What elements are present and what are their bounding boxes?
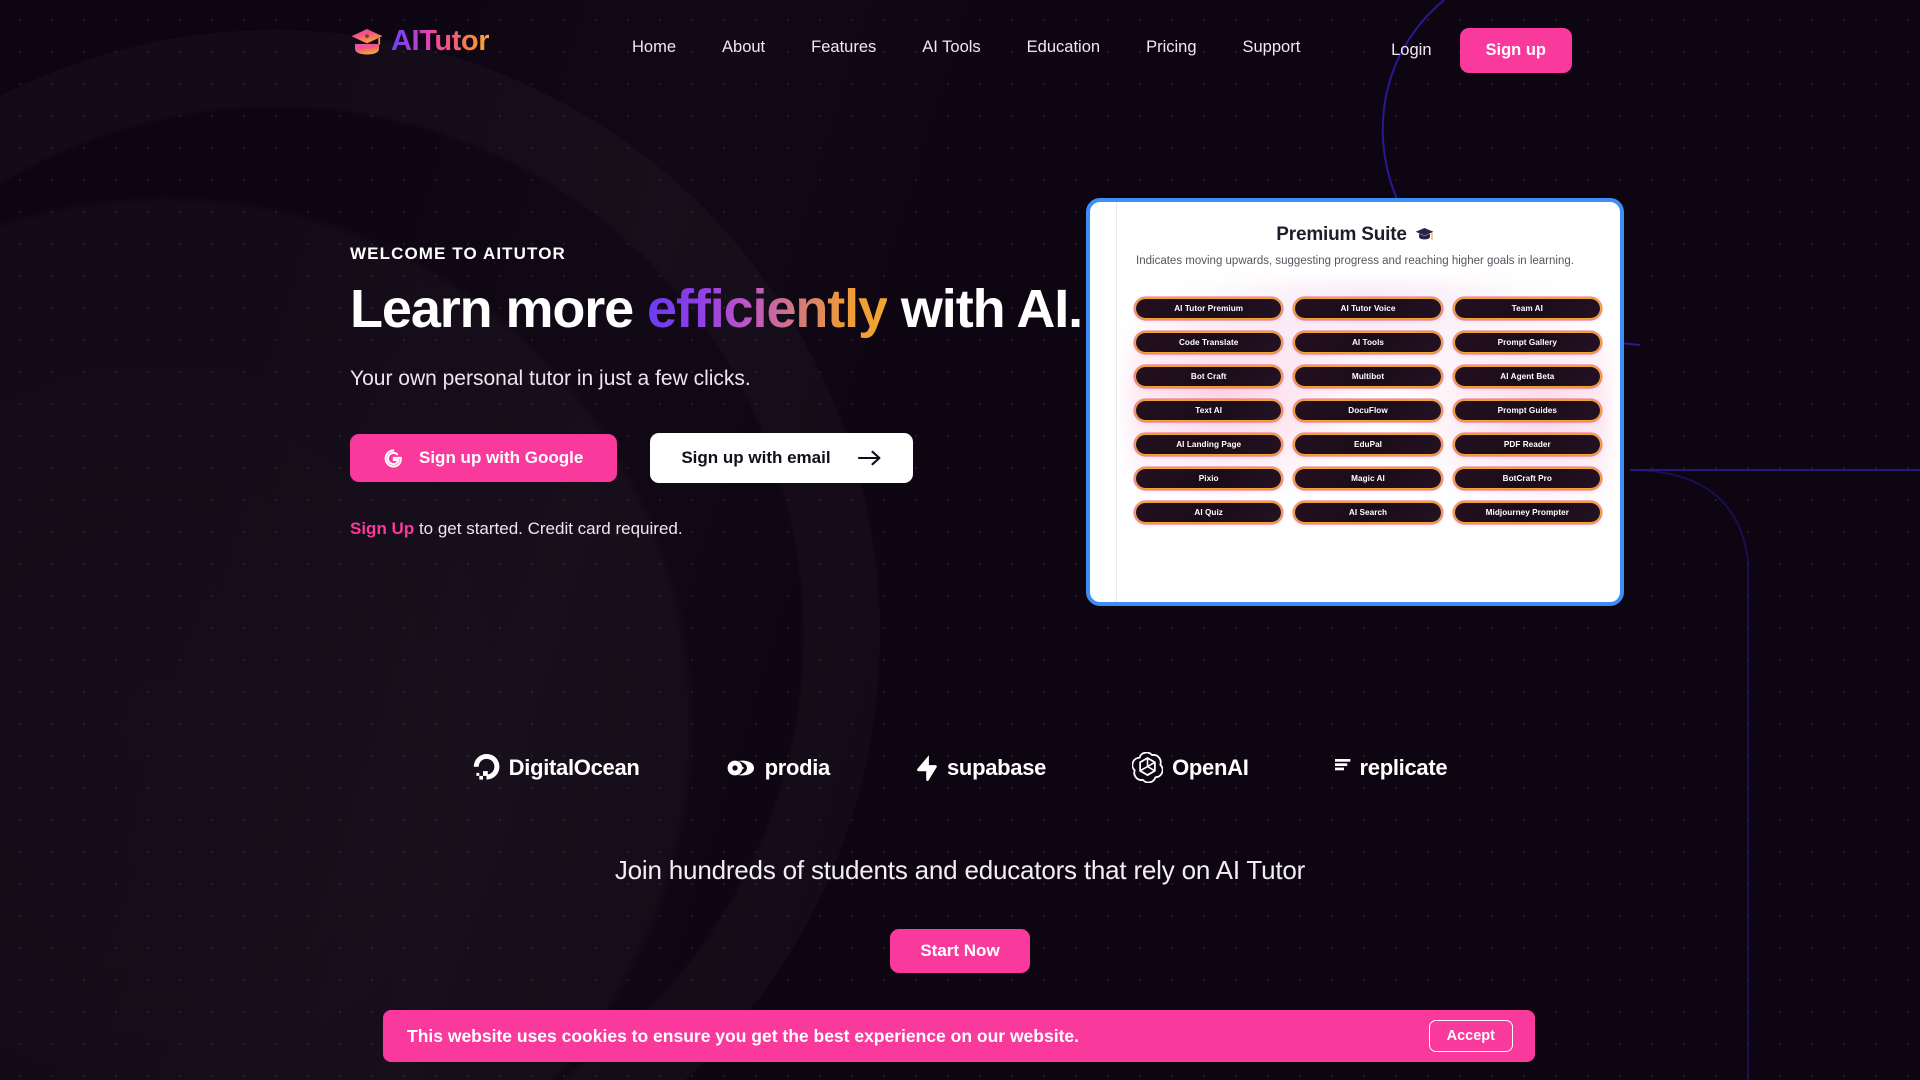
- premium-suite-subtitle: Indicates moving upwards, suggesting pro…: [1136, 255, 1574, 267]
- hero-eyebrow: WELCOME TO AITUTOR: [350, 244, 566, 263]
- suite-pill[interactable]: Magic AI: [1295, 469, 1441, 488]
- suite-pill[interactable]: Prompt Gallery: [1454, 333, 1600, 352]
- hero-note-link[interactable]: Sign Up: [350, 519, 414, 538]
- join-headline: Join hundreds of students and educators …: [614, 855, 1306, 885]
- nav-item-home[interactable]: Home: [632, 38, 676, 57]
- pill-grid-wrapper: AI Tutor Premium AI Tutor Voice Team AI …: [1126, 281, 1610, 540]
- premium-suite-title: Premium Suite: [1090, 224, 1620, 246]
- supabase-icon: [917, 754, 937, 781]
- suite-pill[interactable]: PDF Reader: [1454, 435, 1600, 454]
- google-button-label: Sign up with Google: [419, 448, 584, 468]
- partner-supabase: supabase: [916, 755, 1046, 781]
- google-g-icon: [384, 449, 402, 468]
- suite-pill[interactable]: Team AI: [1454, 299, 1600, 318]
- suite-pill[interactable]: AI Search: [1295, 503, 1441, 522]
- email-button-label: Sign up with email: [681, 448, 831, 468]
- partner-openai: OpenAI: [1132, 752, 1249, 783]
- suite-pill[interactable]: Pixio: [1136, 469, 1282, 488]
- cookie-accept-button[interactable]: Accept: [1428, 1020, 1513, 1052]
- suite-pill[interactable]: Text AI: [1136, 401, 1282, 420]
- openai-icon: [1132, 752, 1164, 783]
- hero-subheadline: Your own personal tutor in just a few cl…: [350, 367, 751, 391]
- suite-pill[interactable]: AI Quiz: [1136, 503, 1282, 522]
- hero-section: WELCOME TO AITUTOR Learn more efficientl…: [350, 244, 1110, 539]
- nav-item-support[interactable]: Support: [1243, 38, 1301, 57]
- premium-suite-pill-grid: AI Tutor Premium AI Tutor Voice Team AI …: [1136, 299, 1600, 522]
- cookie-message: This website uses cookies to ensure you …: [407, 1025, 1079, 1046]
- partner-logo-strip: DigitalOcean prodia supabase OpenAI repl…: [0, 752, 1920, 783]
- nav-item-ai-tools[interactable]: AI Tools: [922, 38, 980, 57]
- arrow-right-icon: [857, 451, 881, 466]
- premium-suite-card: Premium Suite Indicates moving upwards, …: [1086, 198, 1624, 606]
- site-header: AITutor Home About Features AI Tools Edu…: [0, 0, 1920, 84]
- suite-pill[interactable]: AI Tools: [1295, 333, 1441, 352]
- suite-pill[interactable]: Bot Craft: [1136, 367, 1282, 386]
- partner-name: OpenAI: [1172, 754, 1249, 780]
- main-navigation: Home About Features AI Tools Education P…: [632, 38, 1300, 57]
- digitalocean-icon: [473, 754, 500, 780]
- page-root: AITutor Home About Features AI Tools Edu…: [0, 0, 1920, 1080]
- suite-pill[interactable]: EduPal: [1295, 435, 1441, 454]
- signup-button[interactable]: Sign up: [1459, 28, 1572, 73]
- suite-pill[interactable]: Multibot: [1295, 367, 1441, 386]
- hero-cta-row: Sign up with Google Sign up with email: [350, 433, 1110, 484]
- headline-part-1: Learn more: [350, 279, 648, 339]
- signup-with-google-button[interactable]: Sign up with Google: [350, 434, 618, 483]
- nav-item-education[interactable]: Education: [1027, 38, 1100, 57]
- nav-item-features[interactable]: Features: [811, 38, 876, 57]
- nav-item-pricing[interactable]: Pricing: [1146, 38, 1196, 57]
- suite-pill[interactable]: BotCraft Pro: [1454, 469, 1600, 488]
- partner-replicate: replicate: [1334, 754, 1448, 781]
- suite-pill[interactable]: Midjourney Prompter: [1454, 503, 1600, 522]
- suite-pill[interactable]: AI Tutor Premium: [1136, 299, 1282, 318]
- hero-note: Sign Up to get started. Credit card requ…: [350, 519, 1110, 539]
- brand-name: AITutor: [391, 24, 490, 57]
- hero-note-rest: to get started. Credit card required.: [414, 519, 683, 539]
- signup-with-email-button[interactable]: Sign up with email: [650, 433, 913, 484]
- brand-logo[interactable]: AITutor: [350, 24, 490, 58]
- card-left-divider: [1116, 202, 1117, 602]
- replicate-icon: [1334, 759, 1350, 771]
- start-now-wrapper: Start Now: [0, 929, 1920, 973]
- partner-name: replicate: [1359, 754, 1448, 780]
- suite-pill[interactable]: Code Translate: [1136, 333, 1282, 352]
- headline-accent-word: efficiently: [647, 279, 888, 339]
- suite-pill[interactable]: DocuFlow: [1295, 401, 1441, 420]
- suite-pill[interactable]: AI Agent Beta: [1454, 367, 1600, 386]
- premium-suite-title-text: Premium Suite: [1276, 224, 1407, 245]
- nav-item-about[interactable]: About: [722, 38, 765, 57]
- suite-pill[interactable]: Prompt Guides: [1454, 401, 1600, 420]
- partner-digitalocean: DigitalOcean: [473, 754, 640, 781]
- graduation-cap-icon: [351, 29, 383, 55]
- partner-prodia: prodia: [726, 755, 830, 781]
- cookie-consent-banner: This website uses cookies to ensure you …: [383, 1010, 1535, 1062]
- partner-name: prodia: [764, 754, 831, 780]
- login-link[interactable]: Login: [1385, 33, 1437, 68]
- graduation-cap-icon: [1415, 227, 1434, 240]
- suite-pill[interactable]: AI Landing Page: [1136, 435, 1282, 454]
- hero-headline: Learn more efficiently with AI.: [350, 279, 1110, 339]
- header-auth-actions: Login Sign up: [1385, 28, 1572, 73]
- partner-name: supabase: [947, 754, 1047, 780]
- start-now-button[interactable]: Start Now: [890, 929, 1030, 973]
- partner-name: DigitalOcean: [508, 754, 640, 780]
- headline-part-2: with AI.: [887, 279, 1083, 339]
- prodia-icon: [727, 760, 754, 775]
- suite-pill[interactable]: AI Tutor Voice: [1295, 299, 1441, 318]
